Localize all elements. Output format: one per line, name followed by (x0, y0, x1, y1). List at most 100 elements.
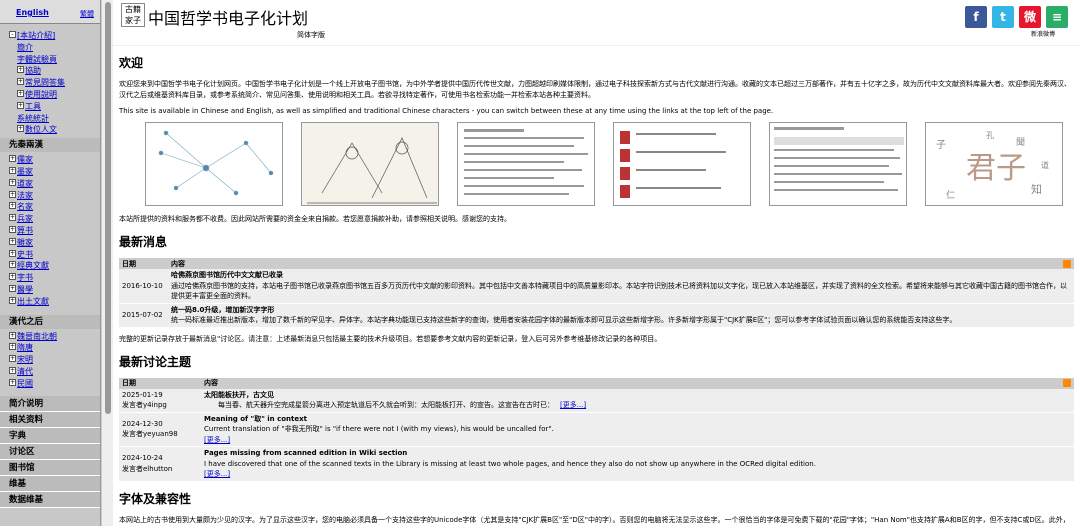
expand-toggle-icon[interactable]: - (9, 31, 16, 38)
sidebar-item-preqin-11[interactable]: + 醫學 (9, 284, 100, 296)
facebook-icon[interactable]: f (965, 6, 987, 28)
sidebar-item-preqin-8[interactable]: + 史书 (9, 249, 100, 261)
rss-icon[interactable] (1063, 259, 1071, 268)
sidebar-bottom-6[interactable]: 数据维基 (0, 492, 100, 508)
twitter-icon[interactable]: t (992, 6, 1014, 28)
sidebar-item-preqin-1[interactable]: + 墨家 (9, 166, 100, 178)
sidebar-item-han-1[interactable]: + 隋唐 (9, 342, 100, 354)
sidebar-item-intro-0[interactable]: - [本站介紹] (9, 30, 100, 42)
expand-toggle-icon[interactable]: + (9, 378, 16, 386)
expand-toggle-icon[interactable]: + (9, 331, 16, 339)
sidebar-item-preqin-4[interactable]: + 名家 (9, 201, 100, 213)
site-title[interactable]: 中国哲学书电子化计划 (148, 5, 308, 29)
sidebar-bottom-4[interactable]: 图书馆 (0, 460, 100, 476)
wechat-icon[interactable]: ≡ (1046, 6, 1068, 28)
expand-toggle-icon[interactable]: + (17, 89, 24, 97)
sidebar-bottom-1[interactable]: 相关资料 (0, 412, 100, 428)
word-cloud-image[interactable]: 君子 子 聞仁 知 孔道 (925, 122, 1063, 206)
sidebar-item-preqin-2[interactable]: + 道家 (9, 178, 100, 190)
more-link[interactable]: [更多...] (204, 436, 230, 444)
expand-toggle-icon[interactable]: + (9, 190, 16, 198)
sidebar-item-label: 魏晉南北朝 (17, 331, 57, 341)
sidebar-bottom-0[interactable]: 简介说明 (0, 396, 100, 412)
more-link[interactable]: [更多...] (204, 470, 230, 478)
expand-toggle-icon[interactable]: + (9, 214, 16, 222)
expand-toggle-icon[interactable]: + (17, 78, 24, 86)
expand-toggle-icon[interactable]: + (9, 225, 16, 233)
discussion-poster[interactable]: 发言者yeyuan98 (122, 429, 198, 440)
expand-toggle-icon[interactable]: + (9, 202, 16, 210)
sidebar-item-preqin-0[interactable]: + 儒家 (9, 154, 100, 166)
english-link[interactable]: English (16, 8, 49, 17)
discussion-poster[interactable]: 发言者y4inpg (122, 400, 198, 411)
scrollbar-thumb[interactable] (105, 2, 111, 414)
sidebar-item-intro-5[interactable]: + 使用說明 (9, 89, 100, 101)
sidebar-bottom-2[interactable]: 字典 (0, 428, 100, 444)
svg-text:孔: 孔 (986, 131, 994, 140)
expand-toggle-icon[interactable]: + (9, 166, 16, 174)
sidebar-item-intro-8[interactable]: + 數位人文 (9, 124, 100, 136)
expand-toggle-icon[interactable]: + (9, 249, 16, 257)
sidebar-item-intro-7[interactable]: 系統統計 (9, 113, 100, 125)
sidebar-item-label: 史书 (17, 249, 33, 259)
sidebar-bottom-5[interactable]: 维基 (0, 476, 100, 492)
fonts-paragraph: 本网站上的古书使用到大量颇为少见的汉字。为了显示这些汉字，您的电脑必须具备一个支… (119, 515, 1070, 524)
discussion-title[interactable]: Pages missing from scanned edition in Wi… (204, 449, 407, 457)
news-title[interactable]: 统一码8.0升级，增加新汉字字形 (171, 306, 274, 314)
sidebar-item-label: 數位人文 (25, 125, 57, 135)
sidebar-item-intro-2[interactable]: 字體試驗頁 (9, 54, 100, 66)
expand-toggle-icon[interactable]: + (9, 284, 16, 292)
sidebar-item-preqin-6[interactable]: + 算书 (9, 225, 100, 237)
expand-toggle-icon[interactable]: + (17, 66, 24, 74)
discussion-title[interactable]: Meaning of "取" in context (204, 415, 307, 423)
more-link[interactable]: [更多...] (560, 401, 586, 409)
expand-toggle-icon[interactable]: + (9, 296, 16, 304)
discussion-title[interactable]: 太阳能板扶开，古文见 (204, 391, 274, 399)
dictionary-page-image[interactable] (769, 122, 907, 206)
sidebar-item-intro-3[interactable]: + 協助 (9, 65, 100, 77)
sidebar-item-intro-1[interactable]: 簡介 (9, 42, 100, 54)
network-graph-image[interactable] (145, 122, 283, 206)
library-catalog-image[interactable] (613, 122, 751, 206)
sidebar-header-han[interactable]: 漢代之后 (0, 314, 100, 329)
news-body: 统一码标准最近推出新版本，增加了数千新的罕见字、异体字。本站字典功能现已支持这些… (171, 316, 957, 324)
sidebar-item-han-4[interactable]: + 民國 (9, 378, 100, 390)
sidebar-item-preqin-5[interactable]: + 兵家 (9, 213, 100, 225)
sidebar-item-intro-4[interactable]: + 常見問答集 (9, 77, 100, 89)
expand-toggle-icon[interactable]: + (9, 155, 16, 163)
expand-toggle-icon[interactable]: + (9, 237, 16, 245)
text-page-image[interactable] (457, 122, 595, 206)
expand-toggle-icon[interactable]: + (9, 261, 16, 269)
sidebar-header-preqin[interactable]: 先秦兩漢 (0, 138, 100, 153)
expand-toggle-icon[interactable]: + (9, 355, 16, 363)
weibo-icon[interactable]: 微 (1019, 6, 1041, 28)
expand-toggle-icon[interactable]: + (17, 125, 24, 133)
rss-icon[interactable] (1063, 379, 1071, 387)
sidebar-item-preqin-7[interactable]: + 雜家 (9, 237, 100, 249)
discussion-poster[interactable]: 发言者elhutton (122, 464, 198, 475)
sidebar-item-preqin-9[interactable]: + 經典文獻 (9, 260, 100, 272)
news-title[interactable]: 哈佛燕京图书馆历代中文文献已收录 (171, 271, 283, 279)
sidebar-item-han-0[interactable]: + 魏晉南北朝 (9, 331, 100, 343)
logo-line-1: 古籍 (125, 5, 141, 14)
sidebar-item-preqin-10[interactable]: + 字书 (9, 272, 100, 284)
language-paragraph: This site is available in Chinese and En… (119, 107, 774, 115)
classical-painting-image[interactable] (301, 122, 439, 206)
sidebar-item-han-2[interactable]: + 宋明 (9, 354, 100, 366)
sidebar-item-han-3[interactable]: + 清代 (9, 366, 100, 378)
expand-toggle-icon[interactable]: + (9, 273, 16, 281)
sidebar-item-label: 工具 (25, 101, 41, 111)
expand-toggle-icon[interactable]: + (9, 343, 16, 351)
sidebar-item-intro-6[interactable]: + 工具 (9, 101, 100, 113)
expand-toggle-icon[interactable]: + (17, 101, 24, 109)
site-logo[interactable]: 古籍 家子 (121, 3, 145, 27)
sidebar-scrollbar[interactable] (101, 0, 113, 526)
traditional-link[interactable]: 繁體 (80, 9, 94, 19)
expand-toggle-icon[interactable]: + (9, 366, 16, 374)
expand-toggle-icon[interactable]: + (9, 178, 16, 186)
svg-text:知: 知 (1031, 182, 1042, 196)
sidebar-item-preqin-3[interactable]: + 法家 (9, 190, 100, 202)
sidebar-bottom-3[interactable]: 讨论区 (0, 444, 100, 460)
discussion-meta: 2024-12-30 发言者yeyuan98 (119, 412, 201, 447)
sidebar-item-preqin-12[interactable]: + 出土文獻 (9, 296, 100, 308)
